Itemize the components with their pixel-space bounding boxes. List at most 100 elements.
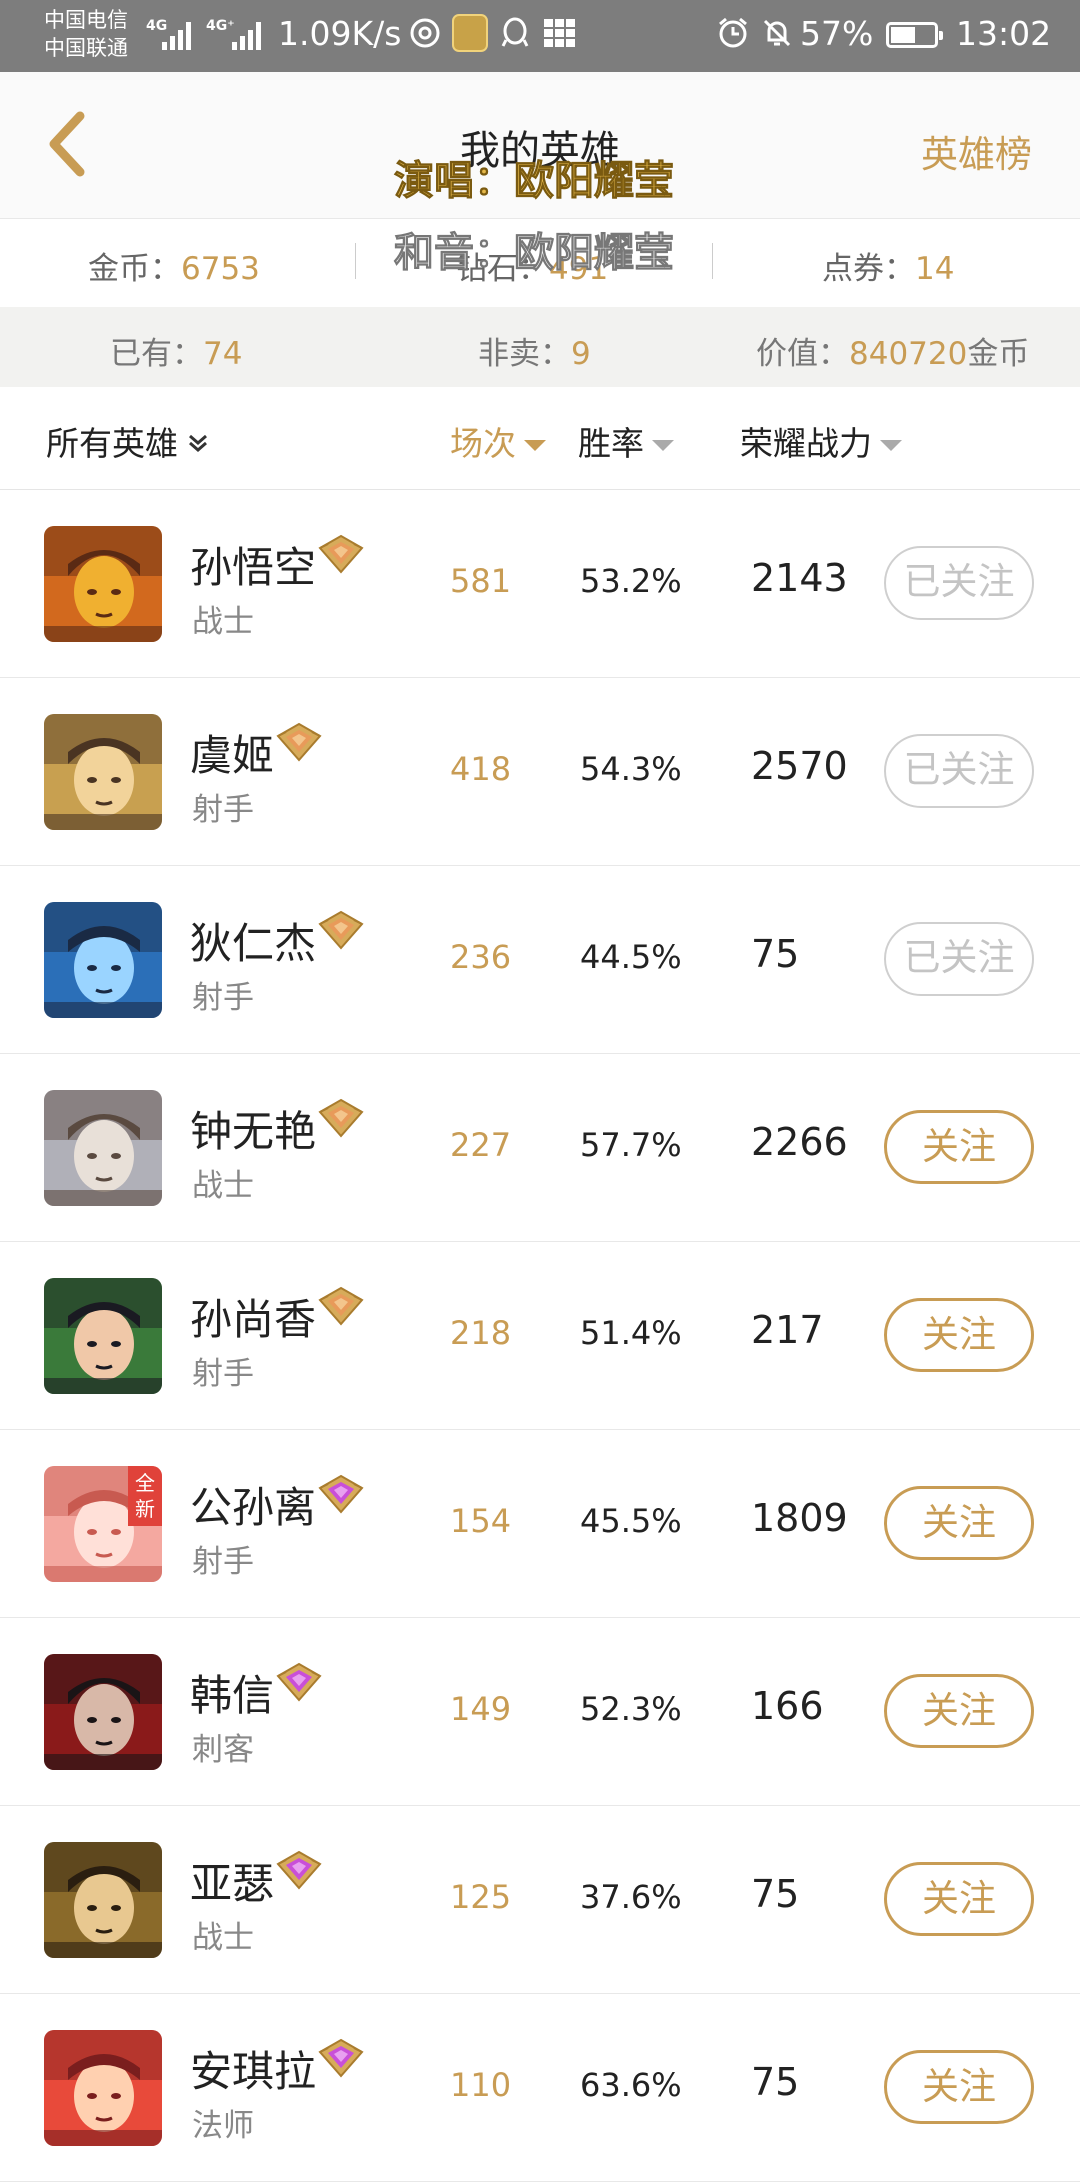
owned-count: 已有：74 — [110, 328, 242, 373]
hero-avatar: 全新 — [44, 1466, 162, 1582]
carrier-1: 中国电信 — [44, 8, 128, 32]
hero-games: 125 — [450, 1878, 512, 1916]
hero-list: 孙悟空 战士 581 53.2% 2143 已关注 虞姬 射手 418 54.3… — [0, 490, 1080, 2182]
follow-button[interactable]: 关注 — [884, 1486, 1034, 1560]
hero-row[interactable]: 孙悟空 战士 581 53.2% 2143 已关注 — [0, 490, 1080, 678]
follow-button[interactable]: 已关注 — [884, 922, 1034, 996]
hero-name-block: 虞姬 — [190, 722, 322, 783]
hero-power: 75 — [751, 1872, 800, 1916]
game-app-icon — [452, 14, 488, 52]
hero-winrate: 37.6% — [580, 1878, 682, 1916]
hero-power: 75 — [751, 932, 800, 976]
rank-emblem-icon — [276, 722, 322, 762]
rank-emblem-icon — [318, 1286, 364, 1326]
sort-games-label: 场次 — [450, 424, 516, 463]
hero-row[interactable]: 全新 公孙离 射手 154 45.5% 1809 关注 — [0, 1430, 1080, 1618]
hero-power: 217 — [751, 1308, 824, 1352]
hero-name: 虞姬 — [190, 731, 275, 780]
hero-winrate: 57.7% — [580, 1126, 682, 1164]
hero-role: 战士 — [192, 604, 254, 640]
hero-name-block: 狄仁杰 — [190, 910, 364, 971]
gold-balance: 金币：6753 — [88, 243, 260, 288]
hero-role: 法师 — [192, 2108, 254, 2144]
follow-button[interactable]: 已关注 — [884, 734, 1034, 808]
rank-emblem-icon — [276, 1850, 322, 1890]
hero-role: 射手 — [192, 1544, 254, 1580]
hero-role: 射手 — [192, 792, 254, 828]
double-chevron-down-icon — [186, 431, 210, 461]
hero-name: 狄仁杰 — [190, 919, 317, 968]
hero-power: 2570 — [751, 744, 848, 788]
hero-games: 110 — [450, 2066, 512, 2104]
hero-power: 75 — [751, 2060, 800, 2104]
hero-row[interactable]: 韩信 刺客 149 52.3% 166 关注 — [0, 1618, 1080, 1806]
sort-by-games[interactable]: 场次 — [450, 417, 546, 465]
carrier-labels: 中国电信 中国联通 — [44, 6, 128, 62]
qq-icon — [498, 16, 532, 50]
hero-name: 安琪拉 — [190, 2047, 317, 2096]
sort-by-winrate[interactable]: 胜率 — [578, 417, 674, 465]
hero-ranking-link[interactable]: 英雄榜 — [921, 124, 1032, 178]
netease-music-icon — [408, 16, 442, 50]
hero-name-block: 安琪拉 — [190, 2038, 364, 2099]
hero-name-block: 亚瑟 — [190, 1850, 322, 1911]
divider — [355, 243, 356, 279]
status-bar: 中国电信 中国联通 4G 4G⁺ 1.09K/s 57% 13:02 — [0, 0, 1080, 72]
hero-winrate: 54.3% — [580, 750, 682, 788]
hero-winrate: 51.4% — [580, 1314, 682, 1352]
worth-label: 价值： — [756, 336, 849, 372]
sort-winrate-label: 胜率 — [578, 424, 644, 463]
hero-name-block: 公孙离 — [190, 1474, 364, 1535]
hero-row[interactable]: 虞姬 射手 418 54.3% 2570 已关注 — [0, 678, 1080, 866]
follow-button[interactable]: 已关注 — [884, 546, 1034, 620]
follow-button[interactable]: 关注 — [884, 1298, 1034, 1372]
hero-winrate: 53.2% — [580, 562, 682, 600]
follow-button[interactable]: 关注 — [884, 1110, 1034, 1184]
hero-name-block: 韩信 — [190, 1662, 322, 1723]
hero-filter-dropdown[interactable]: 所有英雄 — [46, 417, 210, 465]
hero-row[interactable]: 亚瑟 战士 125 37.6% 75 关注 — [0, 1806, 1080, 1994]
hero-power: 166 — [751, 1684, 824, 1728]
hero-role: 射手 — [192, 1356, 254, 1392]
hero-games: 418 — [450, 750, 512, 788]
hero-stats-row: 已有：74 非卖：9 价值：840720金币 — [0, 307, 1080, 387]
mute-bell-icon — [760, 16, 794, 50]
sort-by-power[interactable]: 荣耀战力 — [740, 417, 902, 465]
nonsale-label: 非卖： — [478, 336, 571, 372]
hero-row[interactable]: 钟无艳 战士 227 57.7% 2266 关注 — [0, 1054, 1080, 1242]
rank-emblem-icon — [318, 1474, 364, 1514]
grid-icon — [544, 19, 576, 47]
hero-avatar — [44, 1842, 162, 1958]
rank-emblem-icon — [318, 1098, 364, 1138]
hero-games: 227 — [450, 1126, 512, 1164]
nonsale-value: 9 — [571, 336, 591, 372]
hero-role: 战士 — [192, 1920, 254, 1956]
hero-row[interactable]: 安琪拉 法师 110 63.6% 75 关注 — [0, 1994, 1080, 2182]
sort-caret-icon — [652, 440, 674, 451]
hero-avatar — [44, 1278, 162, 1394]
hero-winrate: 52.3% — [580, 1690, 682, 1728]
hero-row[interactable]: 孙尚香 射手 218 51.4% 217 关注 — [0, 1242, 1080, 1430]
sort-caret-icon — [524, 440, 546, 451]
hero-games: 218 — [450, 1314, 512, 1352]
hero-avatar — [44, 2030, 162, 2146]
hero-power: 1809 — [751, 1496, 848, 1540]
hero-row[interactable]: 狄仁杰 射手 236 44.5% 75 已关注 — [0, 866, 1080, 1054]
coupon-label: 点券： — [822, 251, 915, 287]
hero-name: 孙尚香 — [190, 1295, 317, 1344]
hero-name-block: 孙悟空 — [190, 534, 364, 595]
hero-winrate: 63.6% — [580, 2066, 682, 2104]
follow-button[interactable]: 关注 — [884, 1674, 1034, 1748]
hero-name: 钟无艳 — [190, 1107, 317, 1156]
rank-emblem-icon — [318, 910, 364, 950]
signal-bars-2-icon — [232, 14, 268, 50]
signal-bars-1-icon — [162, 14, 198, 50]
follow-button[interactable]: 关注 — [884, 1862, 1034, 1936]
hero-name-block: 孙尚香 — [190, 1286, 364, 1347]
worth-unit: 金币 — [967, 336, 1030, 372]
divider — [712, 243, 713, 279]
follow-button[interactable]: 关注 — [884, 2050, 1034, 2124]
rank-emblem-icon — [318, 2038, 364, 2078]
carrier-2: 中国联通 — [44, 36, 128, 60]
hero-power: 2143 — [751, 556, 848, 600]
